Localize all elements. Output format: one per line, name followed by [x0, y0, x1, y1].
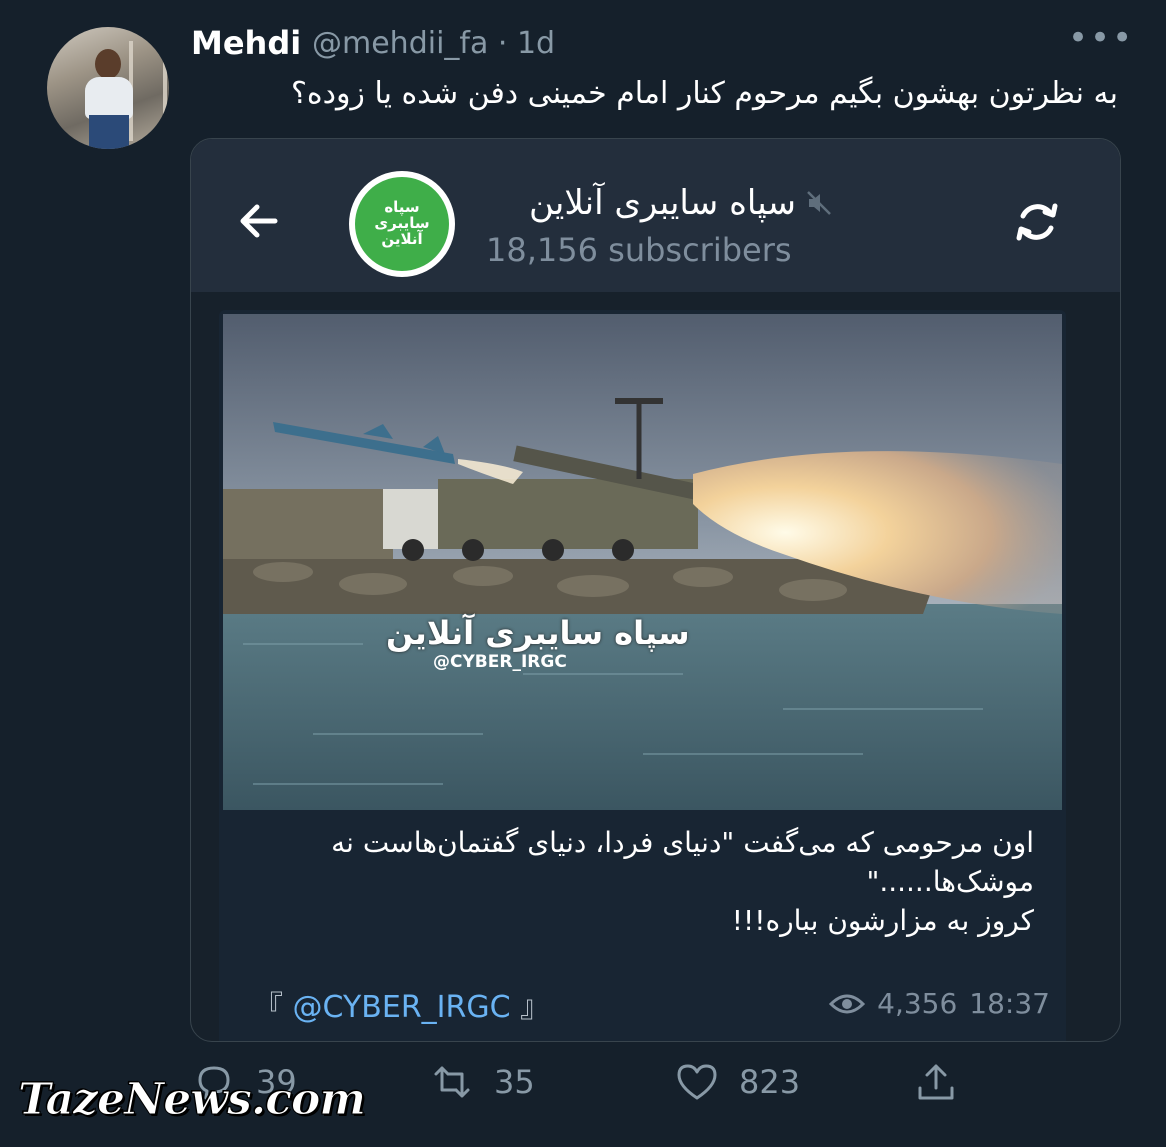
- more-options-icon[interactable]: •••: [1068, 18, 1134, 58]
- avatar-head: [95, 49, 121, 79]
- post-caption: اون مرحومی که می‌گفت "دنیای فردا، دنیای …: [294, 823, 1034, 940]
- attached-screenshot[interactable]: سپاه سایبری آنلاین سپاه سایبری آنلاین 18…: [190, 138, 1121, 1042]
- retweet-count: 35: [494, 1063, 535, 1101]
- photo-watermark: سپاه سایبری آنلاین: [386, 614, 690, 652]
- channel-mention-link[interactable]: @CYBER_IRGC: [293, 990, 511, 1025]
- refresh-icon[interactable]: [1011, 196, 1063, 248]
- channel-signature: 『 @CYBER_IRGC 』: [253, 982, 550, 1026]
- caption-line-1: اون مرحومی که می‌گفت "دنیای فردا، دنیای …: [331, 826, 1034, 859]
- avatar-legs: [89, 115, 129, 149]
- retweet-icon: [434, 1066, 470, 1098]
- channel-post: سپاه سایبری آنلاین @CYBER_IRGC اون مرحوم…: [219, 310, 1066, 1041]
- like-count: 823: [739, 1063, 801, 1101]
- author-handle-time[interactable]: @mehdii_fa · 1d: [312, 26, 555, 61]
- retweet-button[interactable]: 35: [430, 1060, 535, 1104]
- muted-speaker-icon: [807, 191, 831, 215]
- photo-watermark-handle: @CYBER_IRGC: [433, 652, 567, 672]
- avatar-shirt: [85, 77, 133, 119]
- subscriber-count: 18,156 subscribers: [486, 231, 792, 269]
- site-watermark: TazeNews.com: [18, 1074, 367, 1126]
- post-time: 18:37: [969, 987, 1050, 1020]
- avatar[interactable]: [47, 27, 169, 149]
- author-name[interactable]: Mehdi: [191, 24, 301, 62]
- share-icon: [918, 1064, 954, 1100]
- avatar-railing: [129, 41, 167, 141]
- channel-logo-text: سپاه سایبری آنلاین: [355, 177, 449, 271]
- signature-open-bracket: 『: [253, 990, 283, 1025]
- logo-line-3: آنلاین: [381, 229, 423, 248]
- like-button[interactable]: 823: [675, 1060, 800, 1104]
- signature-close-bracket: 』: [520, 990, 551, 1025]
- caption-line-2: موشک‌ها......": [866, 865, 1034, 898]
- heart-icon: [677, 1064, 717, 1100]
- missile-launch-illustration: [223, 314, 1062, 810]
- caption-line-3: کروز به مزارشون بباره!!!: [731, 904, 1034, 937]
- share-button[interactable]: [914, 1060, 958, 1104]
- back-arrow-icon[interactable]: [235, 197, 283, 245]
- tweet-text: به نظرتون بهشون بگیم مرحوم کنار امام خمی…: [290, 76, 1118, 111]
- telegram-header: سپاه سایبری آنلاین سپاه سایبری آنلاین 18…: [191, 139, 1120, 292]
- missile-launch-photo[interactable]: سپاه سایبری آنلاین @CYBER_IRGC: [223, 314, 1062, 810]
- views-eye-icon: [829, 994, 866, 1013]
- channel-logo[interactable]: سپاه سایبری آنلاین: [349, 171, 455, 277]
- post-meta: 4,356 18:37: [829, 987, 1050, 1020]
- view-count: 4,356: [877, 987, 958, 1020]
- channel-title[interactable]: سپاه سایبری آنلاین: [486, 183, 796, 223]
